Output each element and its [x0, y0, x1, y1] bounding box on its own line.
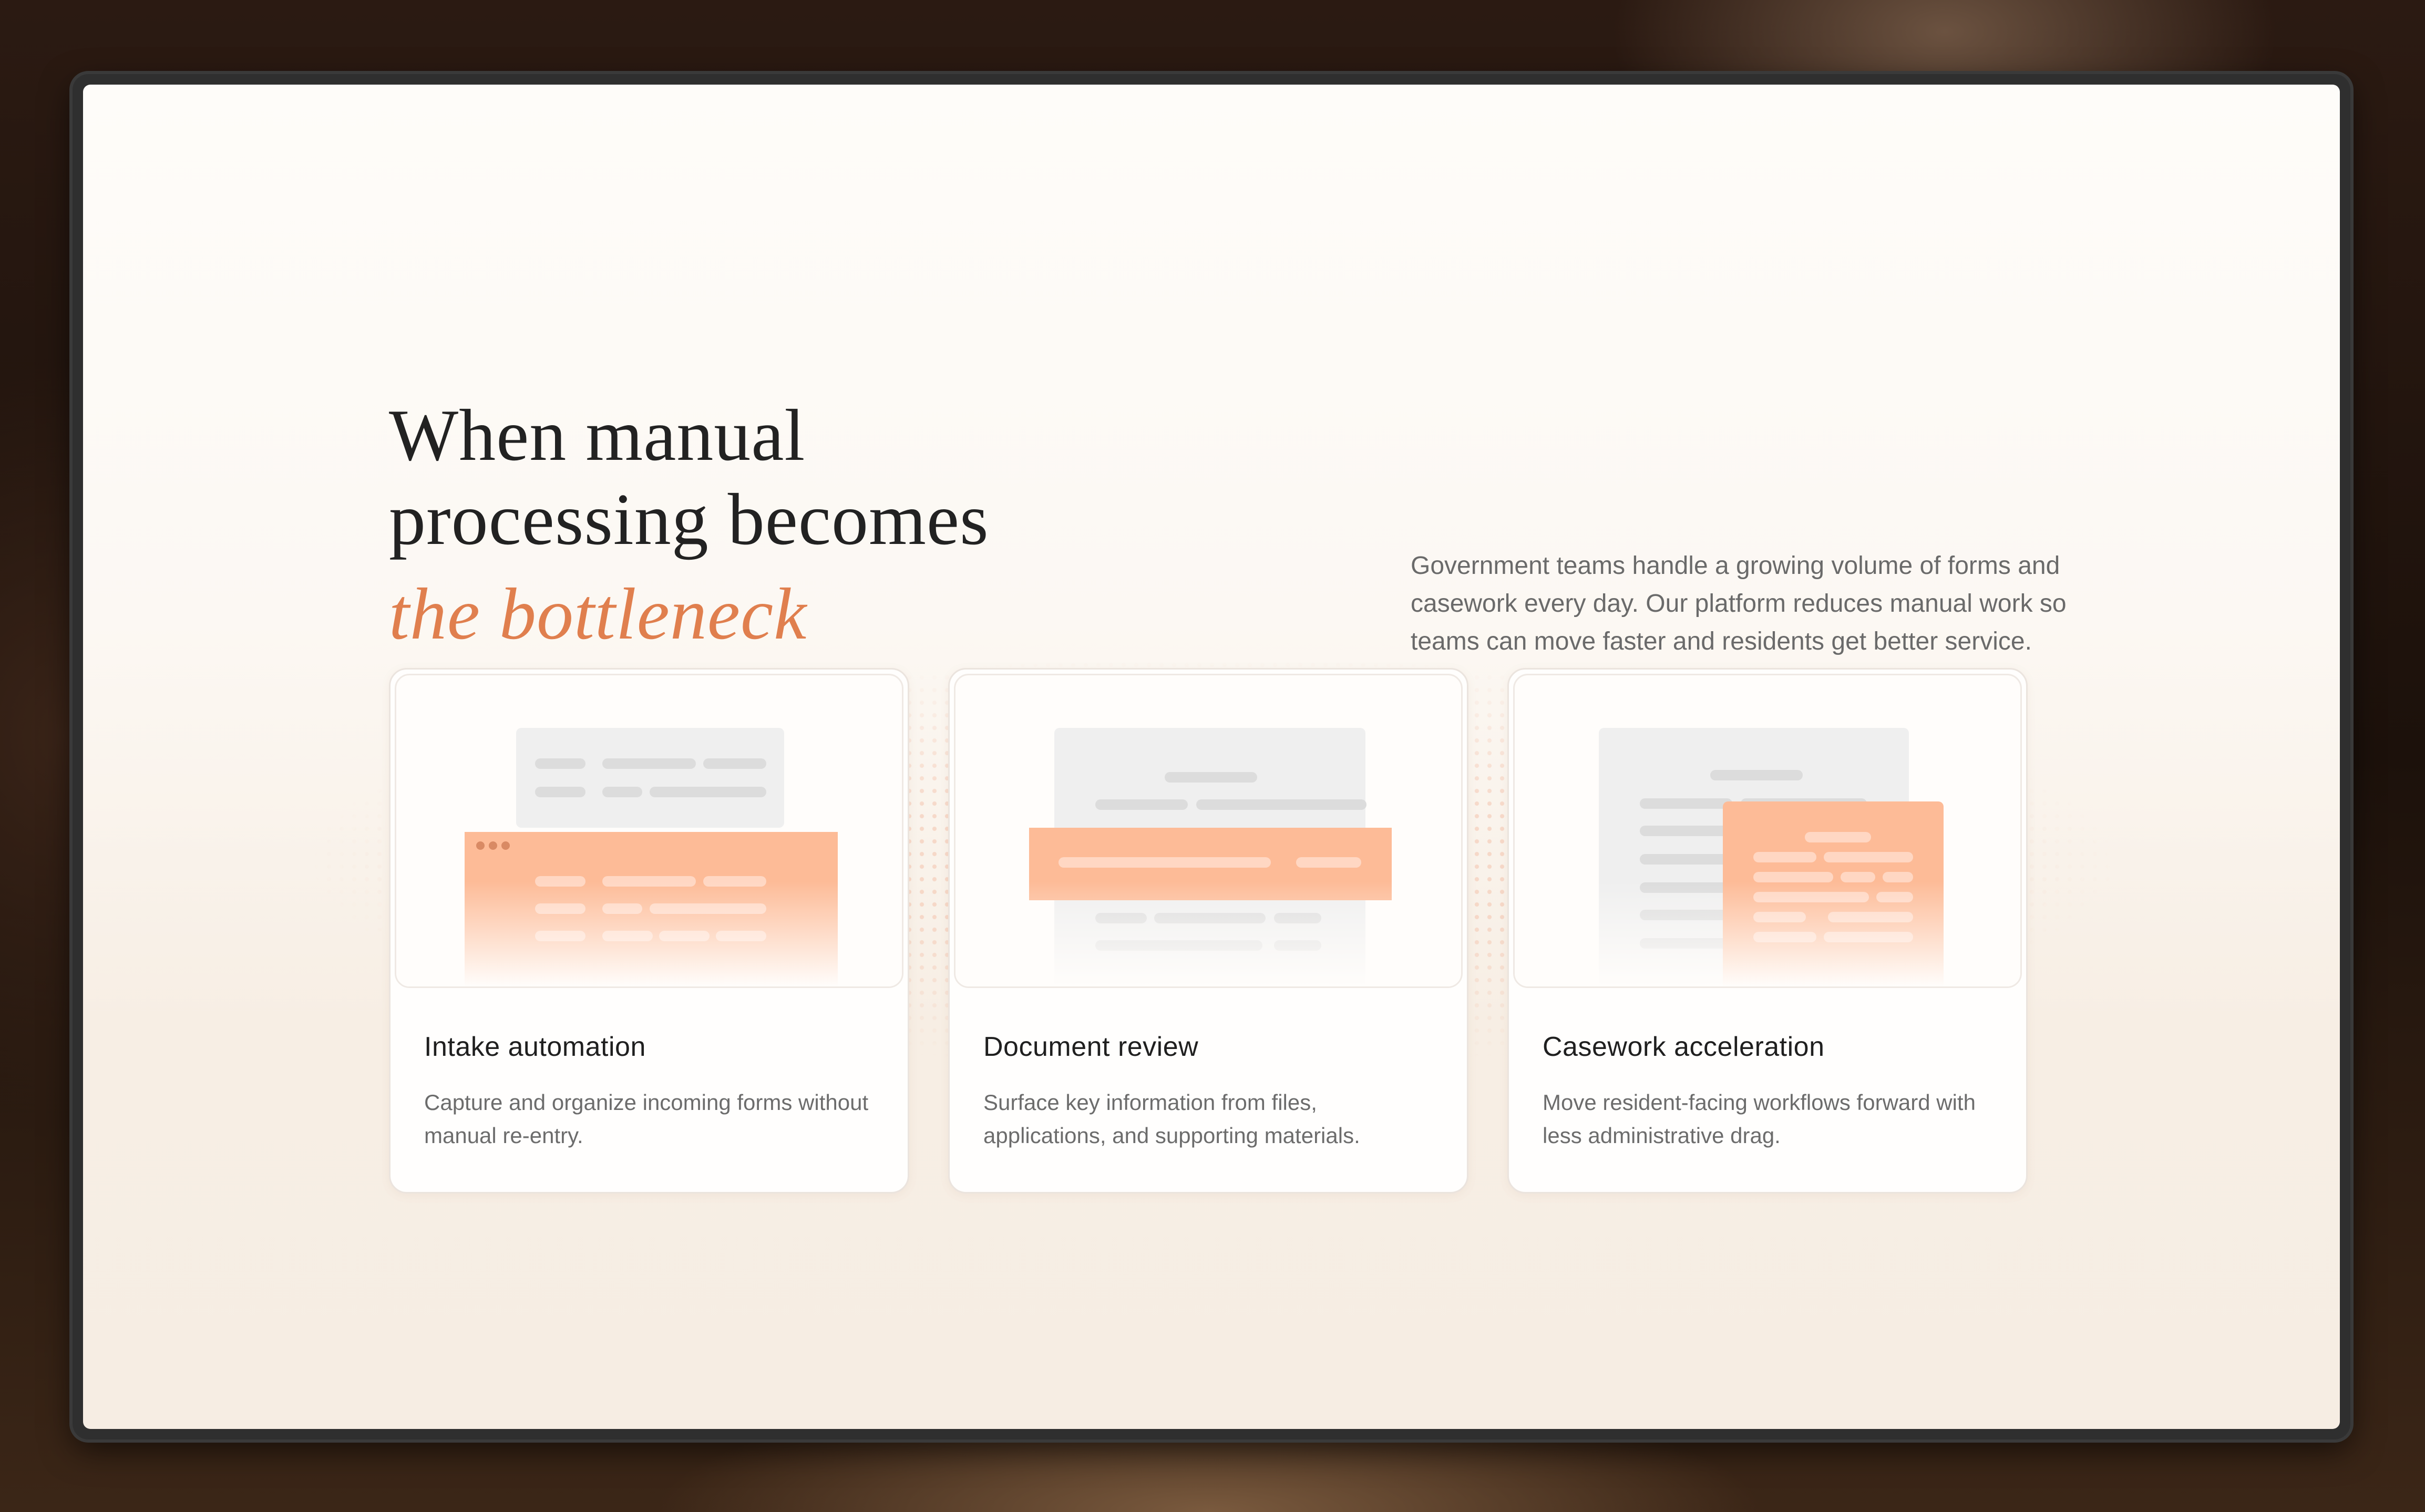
headline-line-2: processing becomes [389, 479, 989, 560]
headline-line-1: When manual [389, 395, 806, 476]
card-description: Capture and organize incoming forms with… [424, 1090, 869, 1148]
card-casework-acceleration: Casework acceleration Move resident-faci… [1507, 668, 2028, 1194]
section-headline: When manual processing becomes the bottl… [389, 394, 1230, 656]
card-title: Intake automation [424, 1032, 646, 1062]
form-document-graphic [516, 728, 784, 828]
card-document-review: Document review Surface key information … [948, 668, 1468, 1194]
card-intake-automation: Intake automation Capture and organize i… [389, 668, 909, 1194]
intake-illustration [395, 674, 903, 988]
browser-frame: When manual processing becomes the bottl… [73, 74, 2350, 1439]
card-description: Surface key information from files, appl… [983, 1090, 1360, 1148]
casework-illustration [1513, 674, 2022, 988]
card-title: Document review [983, 1032, 1199, 1062]
page-canvas: When manual processing becomes the bottl… [83, 85, 2340, 1429]
section-lede: Government teams handle a growing volume… [1411, 552, 2067, 655]
card-title: Casework acceleration [1543, 1032, 1825, 1062]
headline-accent: the bottleneck [389, 573, 807, 655]
card-description: Move resident-facing workflows forward w… [1543, 1090, 1976, 1148]
document-review-illustration [954, 674, 1463, 988]
